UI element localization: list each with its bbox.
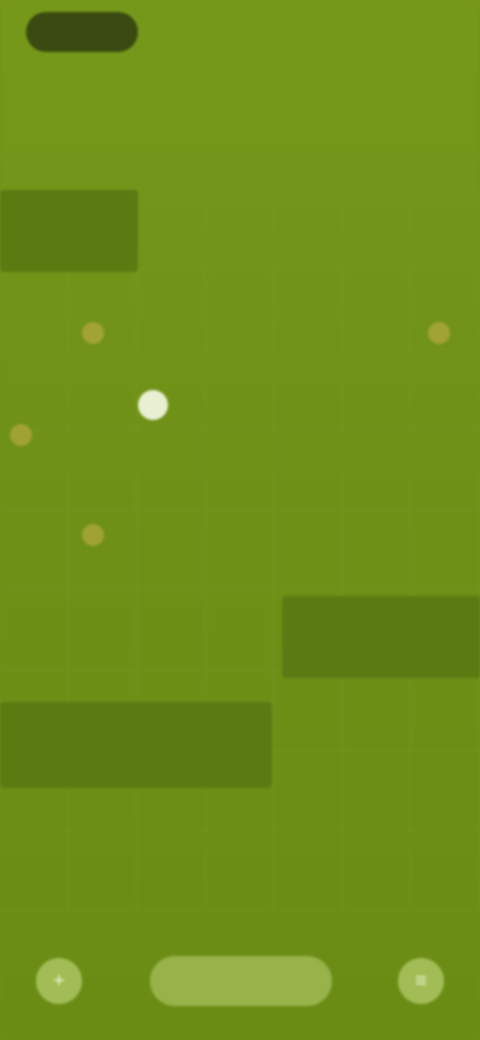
calendar-cell[interactable] [342, 750, 412, 830]
calendar-cell[interactable] [68, 510, 138, 590]
event-block[interactable] [0, 702, 272, 788]
primary-action-button[interactable] [150, 956, 332, 1006]
calendar-cell[interactable] [274, 190, 343, 270]
calendar-cell[interactable] [68, 590, 138, 670]
calendar-cell[interactable] [68, 830, 138, 910]
calendar-cell[interactable] [274, 350, 343, 430]
calendar-cell[interactable] [274, 430, 343, 510]
calendar-cell[interactable] [205, 430, 275, 510]
calendar-cell[interactable] [205, 590, 275, 670]
menu-button[interactable]: ≡ [398, 958, 444, 1004]
bottom-bar: + ≡ [0, 946, 480, 1016]
menu-icon: ≡ [415, 969, 427, 992]
calendar-cell[interactable] [68, 350, 138, 430]
calendar-cell[interactable] [0, 430, 69, 510]
calendar-cell[interactable] [137, 430, 206, 510]
calendar-cell[interactable] [342, 830, 412, 910]
calendar-cell[interactable] [205, 190, 275, 270]
calendar-cell[interactable] [411, 510, 480, 590]
plus-icon: + [53, 969, 65, 992]
selected-day-marker[interactable] [138, 390, 168, 420]
calendar-cell[interactable] [342, 510, 412, 590]
calendar-cell[interactable] [342, 430, 412, 510]
calendar-cell[interactable] [411, 670, 480, 750]
calendar-cell[interactable] [205, 350, 275, 430]
calendar-cell[interactable] [205, 270, 275, 350]
calendar-cell[interactable] [137, 830, 206, 910]
day-header [0, 140, 480, 174]
calendar-cell[interactable] [411, 430, 480, 510]
event-dot[interactable] [428, 322, 450, 344]
event-block[interactable] [282, 596, 480, 678]
calendar-cell[interactable] [137, 510, 206, 590]
calendar-cell[interactable] [68, 270, 138, 350]
calendar-cell[interactable] [342, 350, 412, 430]
calendar-cell[interactable] [0, 590, 69, 670]
event-dot[interactable] [82, 524, 104, 546]
calendar-cell[interactable] [205, 510, 275, 590]
calendar-cell[interactable] [274, 830, 343, 910]
calendar-cell[interactable] [0, 830, 69, 910]
calendar-cell[interactable] [68, 430, 138, 510]
event-block[interactable] [0, 190, 138, 272]
calendar-cell[interactable] [411, 190, 480, 270]
add-button[interactable]: + [36, 958, 82, 1004]
calendar-cell[interactable] [0, 350, 69, 430]
calendar-cell[interactable] [411, 830, 480, 910]
calendar-cell[interactable] [205, 830, 275, 910]
back-button[interactable] [26, 12, 138, 52]
calendar-cell[interactable] [0, 510, 69, 590]
calendar-cell[interactable] [274, 750, 343, 830]
calendar-cell[interactable] [137, 270, 206, 350]
calendar-cell[interactable] [342, 670, 412, 750]
calendar-cell[interactable] [0, 270, 69, 350]
calendar-grid [0, 190, 480, 910]
calendar-cell[interactable] [411, 350, 480, 430]
calendar-cell[interactable] [411, 750, 480, 830]
calendar-cell[interactable] [274, 670, 343, 750]
calendar-cell[interactable] [342, 190, 412, 270]
event-dot[interactable] [10, 424, 32, 446]
event-dot[interactable] [82, 322, 104, 344]
calendar-cell[interactable] [274, 270, 343, 350]
calendar-cell[interactable] [137, 590, 206, 670]
page-title-row [0, 74, 480, 118]
calendar-cell[interactable] [342, 270, 412, 350]
app-screen: + ≡ [0, 0, 480, 1040]
calendar-cell[interactable] [274, 510, 343, 590]
calendar-cell[interactable] [137, 190, 206, 270]
